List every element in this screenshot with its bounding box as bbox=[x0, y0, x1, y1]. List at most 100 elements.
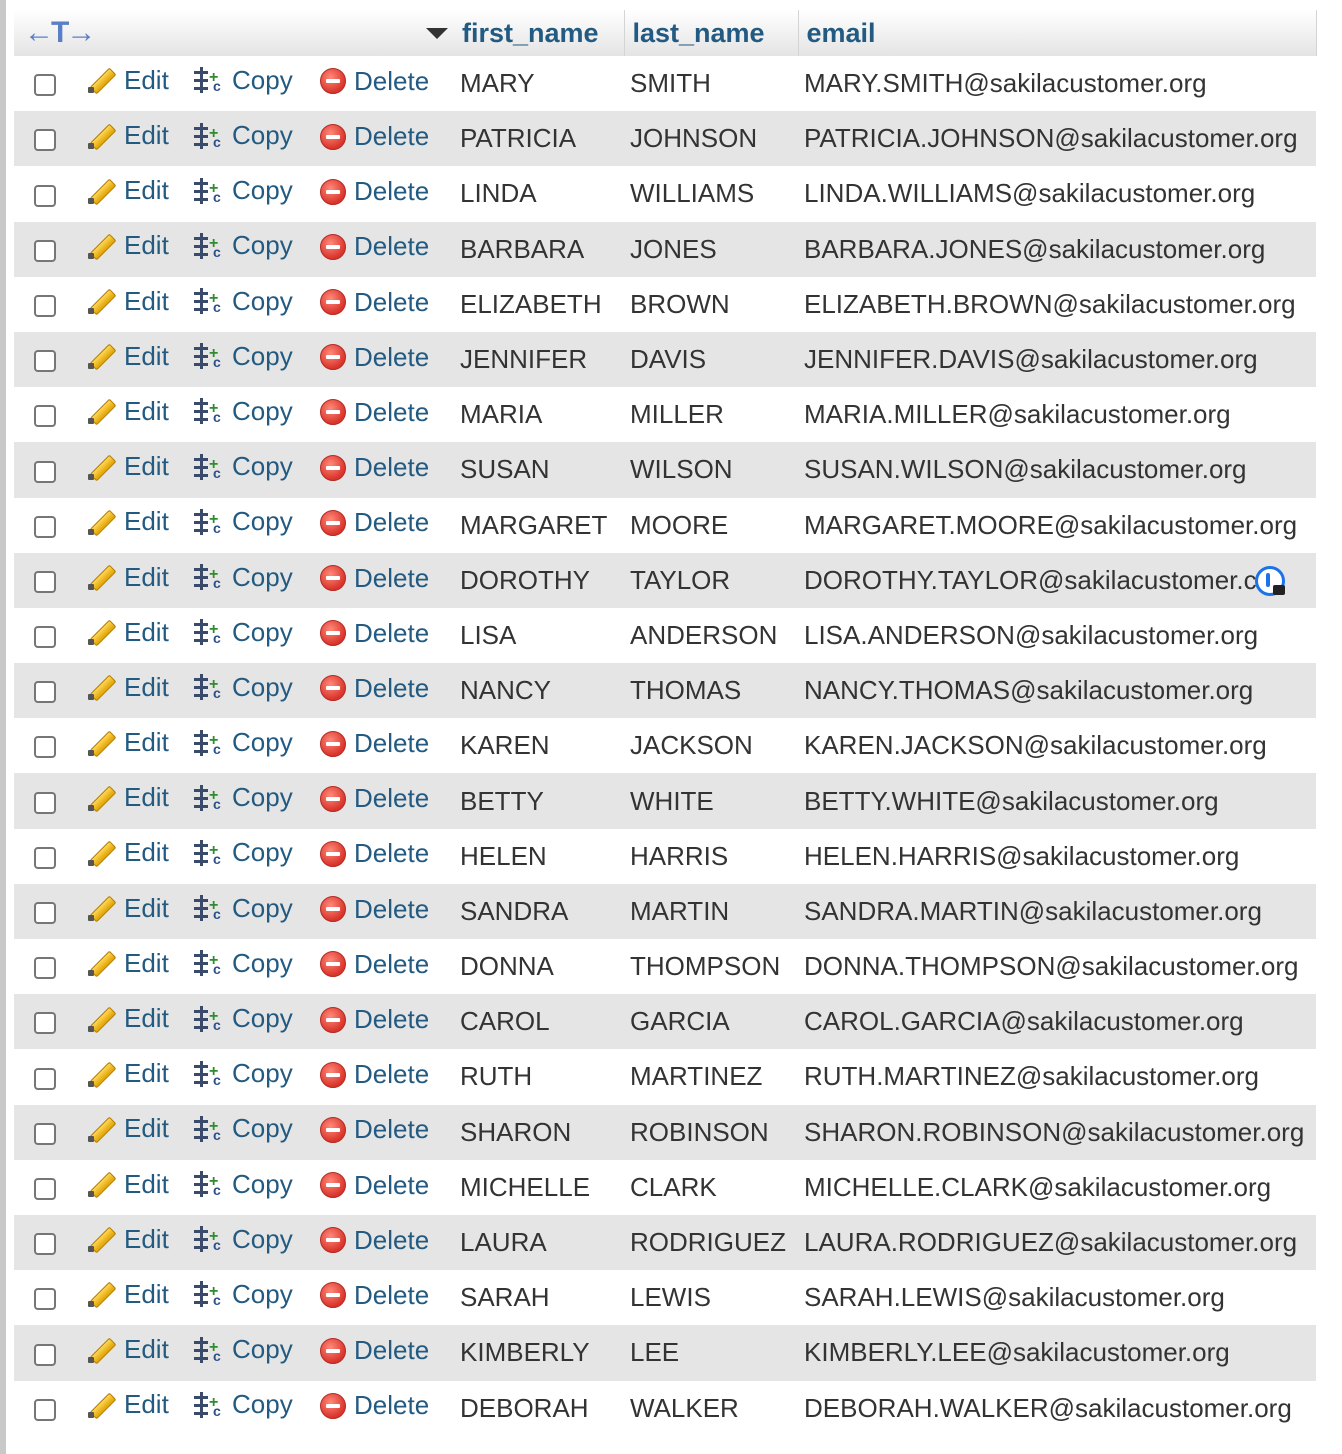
email-cell[interactable]: JENNIFER.DAVIS@sakilacustomer.org bbox=[798, 332, 1316, 387]
delete-button[interactable]: Delete bbox=[320, 1114, 429, 1145]
edit-button[interactable]: Edit bbox=[86, 286, 169, 317]
delete-label[interactable]: Delete bbox=[354, 1004, 429, 1035]
delete-label[interactable]: Delete bbox=[354, 1390, 429, 1421]
last-name-cell[interactable]: DAVIS bbox=[624, 332, 798, 387]
first-name-cell[interactable]: HELEN bbox=[454, 829, 624, 884]
edit-label[interactable]: Edit bbox=[124, 120, 169, 151]
first-name-cell[interactable]: BARBARA bbox=[454, 222, 624, 277]
first-name-cell[interactable]: SHARON bbox=[454, 1105, 624, 1160]
options-dropdown-icon[interactable] bbox=[426, 28, 448, 39]
edit-button[interactable]: Edit bbox=[86, 837, 169, 868]
copy-button[interactable]: + c Copy bbox=[194, 782, 293, 813]
edit-button[interactable]: Edit bbox=[86, 175, 169, 206]
first-name-cell[interactable]: SARAH bbox=[454, 1270, 624, 1325]
copy-button[interactable]: + c Copy bbox=[194, 1058, 293, 1089]
edit-button[interactable]: Edit bbox=[86, 672, 169, 703]
table-row[interactable]: Edit + c Copy Delete JENNIFER DAVIS JENNIFER.DA… bbox=[14, 331, 1316, 388]
copy-button[interactable]: + c Copy bbox=[194, 1334, 293, 1365]
delete-label[interactable]: Delete bbox=[354, 452, 429, 483]
copy-label[interactable]: Copy bbox=[232, 65, 293, 96]
delete-label[interactable]: Delete bbox=[354, 728, 429, 759]
row-checkbox[interactable] bbox=[34, 791, 56, 814]
first-name-cell[interactable]: DEBORAH bbox=[454, 1381, 624, 1436]
row-checkbox[interactable] bbox=[34, 1288, 56, 1311]
table-row[interactable]: Edit + c Copy Delete SANDRA MARTIN SANDRA.MARTI… bbox=[14, 883, 1316, 939]
column-header-email[interactable]: email bbox=[798, 10, 1317, 56]
copy-button[interactable]: + c Copy bbox=[194, 451, 293, 482]
table-row[interactable]: Edit + c Copy Delete SHARON ROBINSON SHARON.ROB… bbox=[14, 1104, 1316, 1160]
delete-label[interactable]: Delete bbox=[354, 783, 429, 814]
first-name-cell[interactable]: CAROL bbox=[454, 994, 624, 1049]
copy-button[interactable]: + c Copy bbox=[194, 727, 293, 758]
edit-button[interactable]: Edit bbox=[86, 230, 169, 261]
copy-label[interactable]: Copy bbox=[232, 175, 293, 206]
last-name-cell[interactable]: LEWIS bbox=[624, 1270, 798, 1325]
delete-label[interactable]: Delete bbox=[354, 231, 429, 262]
email-cell[interactable]: MARGARET.MOORE@sakilacustomer.org bbox=[798, 498, 1316, 553]
password-manager-lock-icon[interactable] bbox=[1255, 566, 1285, 596]
edit-button[interactable]: Edit bbox=[86, 65, 169, 96]
email-cell[interactable]: HELEN.HARRIS@sakilacustomer.org bbox=[798, 829, 1316, 884]
last-name-cell[interactable]: ROBINSON bbox=[624, 1105, 798, 1160]
copy-label[interactable]: Copy bbox=[232, 1389, 293, 1420]
copy-label[interactable]: Copy bbox=[232, 451, 293, 482]
row-checkbox[interactable] bbox=[34, 902, 56, 925]
edit-label[interactable]: Edit bbox=[124, 506, 169, 537]
edit-button[interactable]: Edit bbox=[86, 1003, 169, 1034]
delete-button[interactable]: Delete bbox=[320, 176, 429, 207]
row-checkbox[interactable] bbox=[34, 1122, 56, 1145]
first-name-cell[interactable]: LAURA bbox=[454, 1215, 624, 1270]
copy-button[interactable]: + c Copy bbox=[194, 1279, 293, 1310]
table-row[interactable]: Edit + c Copy Delete MARIA MILLER MARIA.MILLER@… bbox=[14, 387, 1316, 443]
first-name-cell[interactable]: KIMBERLY bbox=[454, 1325, 624, 1380]
row-checkbox[interactable] bbox=[34, 294, 56, 317]
copy-label[interactable]: Copy bbox=[232, 341, 293, 372]
edit-label[interactable]: Edit bbox=[124, 562, 169, 593]
first-name-cell[interactable]: KAREN bbox=[454, 718, 624, 773]
table-row[interactable]: Edit + c Copy Delete KIMBERLY LEE KIMBERLY.LEE@… bbox=[14, 1325, 1316, 1381]
email-cell[interactable]: KAREN.JACKSON@sakilacustomer.org bbox=[798, 718, 1316, 773]
row-checkbox[interactable] bbox=[34, 957, 56, 980]
table-row[interactable]: Edit + c Copy Delete MARY SMITH MARY.SMITH@saki… bbox=[14, 56, 1316, 112]
email-cell[interactable]: DEBORAH.WALKER@sakilacustomer.org bbox=[798, 1381, 1316, 1436]
first-name-cell[interactable]: NANCY bbox=[454, 663, 624, 718]
row-checkbox[interactable] bbox=[34, 405, 56, 428]
table-row[interactable]: Edit + c Copy Delete MARGARET MOORE MARGARET.MO… bbox=[14, 497, 1316, 553]
edit-label[interactable]: Edit bbox=[124, 1389, 169, 1420]
edit-label[interactable]: Edit bbox=[124, 837, 169, 868]
email-cell[interactable]: LISA.ANDERSON@sakilacustomer.org bbox=[798, 608, 1316, 663]
edit-button[interactable]: Edit bbox=[86, 1389, 169, 1420]
copy-label[interactable]: Copy bbox=[232, 893, 293, 924]
copy-button[interactable]: + c Copy bbox=[194, 617, 293, 648]
delete-button[interactable]: Delete bbox=[320, 673, 429, 704]
copy-button[interactable]: + c Copy bbox=[194, 286, 293, 317]
copy-label[interactable]: Copy bbox=[232, 948, 293, 979]
table-row[interactable]: Edit + c Copy Delete DONNA THOMPSON DONNA.THOMP… bbox=[14, 939, 1316, 995]
edit-button[interactable]: Edit bbox=[86, 1224, 169, 1255]
delete-button[interactable]: Delete bbox=[320, 1059, 429, 1090]
first-name-cell[interactable]: BETTY bbox=[454, 773, 624, 828]
edit-button[interactable]: Edit bbox=[86, 727, 169, 758]
delete-label[interactable]: Delete bbox=[354, 1335, 429, 1366]
first-name-cell[interactable]: JENNIFER bbox=[454, 332, 624, 387]
copy-label[interactable]: Copy bbox=[232, 396, 293, 427]
last-name-cell[interactable]: JOHNSON bbox=[624, 111, 798, 166]
last-name-cell[interactable]: WALKER bbox=[624, 1381, 798, 1436]
copy-label[interactable]: Copy bbox=[232, 782, 293, 813]
first-name-cell[interactable]: DOROTHY bbox=[454, 553, 624, 608]
first-name-cell[interactable]: LISA bbox=[454, 608, 624, 663]
edit-label[interactable]: Edit bbox=[124, 1334, 169, 1365]
column-header-label[interactable]: email bbox=[807, 18, 876, 48]
row-checkbox[interactable] bbox=[34, 1012, 56, 1035]
delete-label[interactable]: Delete bbox=[354, 1280, 429, 1311]
delete-button[interactable]: Delete bbox=[320, 894, 429, 925]
edit-label[interactable]: Edit bbox=[124, 341, 169, 372]
last-name-cell[interactable]: ANDERSON bbox=[624, 608, 798, 663]
email-cell[interactable]: DONNA.THOMPSON@sakilacustomer.org bbox=[798, 939, 1316, 994]
email-cell[interactable]: SANDRA.MARTIN@sakilacustomer.org bbox=[798, 884, 1316, 939]
last-name-cell[interactable]: WILSON bbox=[624, 442, 798, 497]
delete-button[interactable]: Delete bbox=[320, 949, 429, 980]
edit-label[interactable]: Edit bbox=[124, 1279, 169, 1310]
delete-button[interactable]: Delete bbox=[320, 1280, 429, 1311]
delete-label[interactable]: Delete bbox=[354, 66, 429, 97]
